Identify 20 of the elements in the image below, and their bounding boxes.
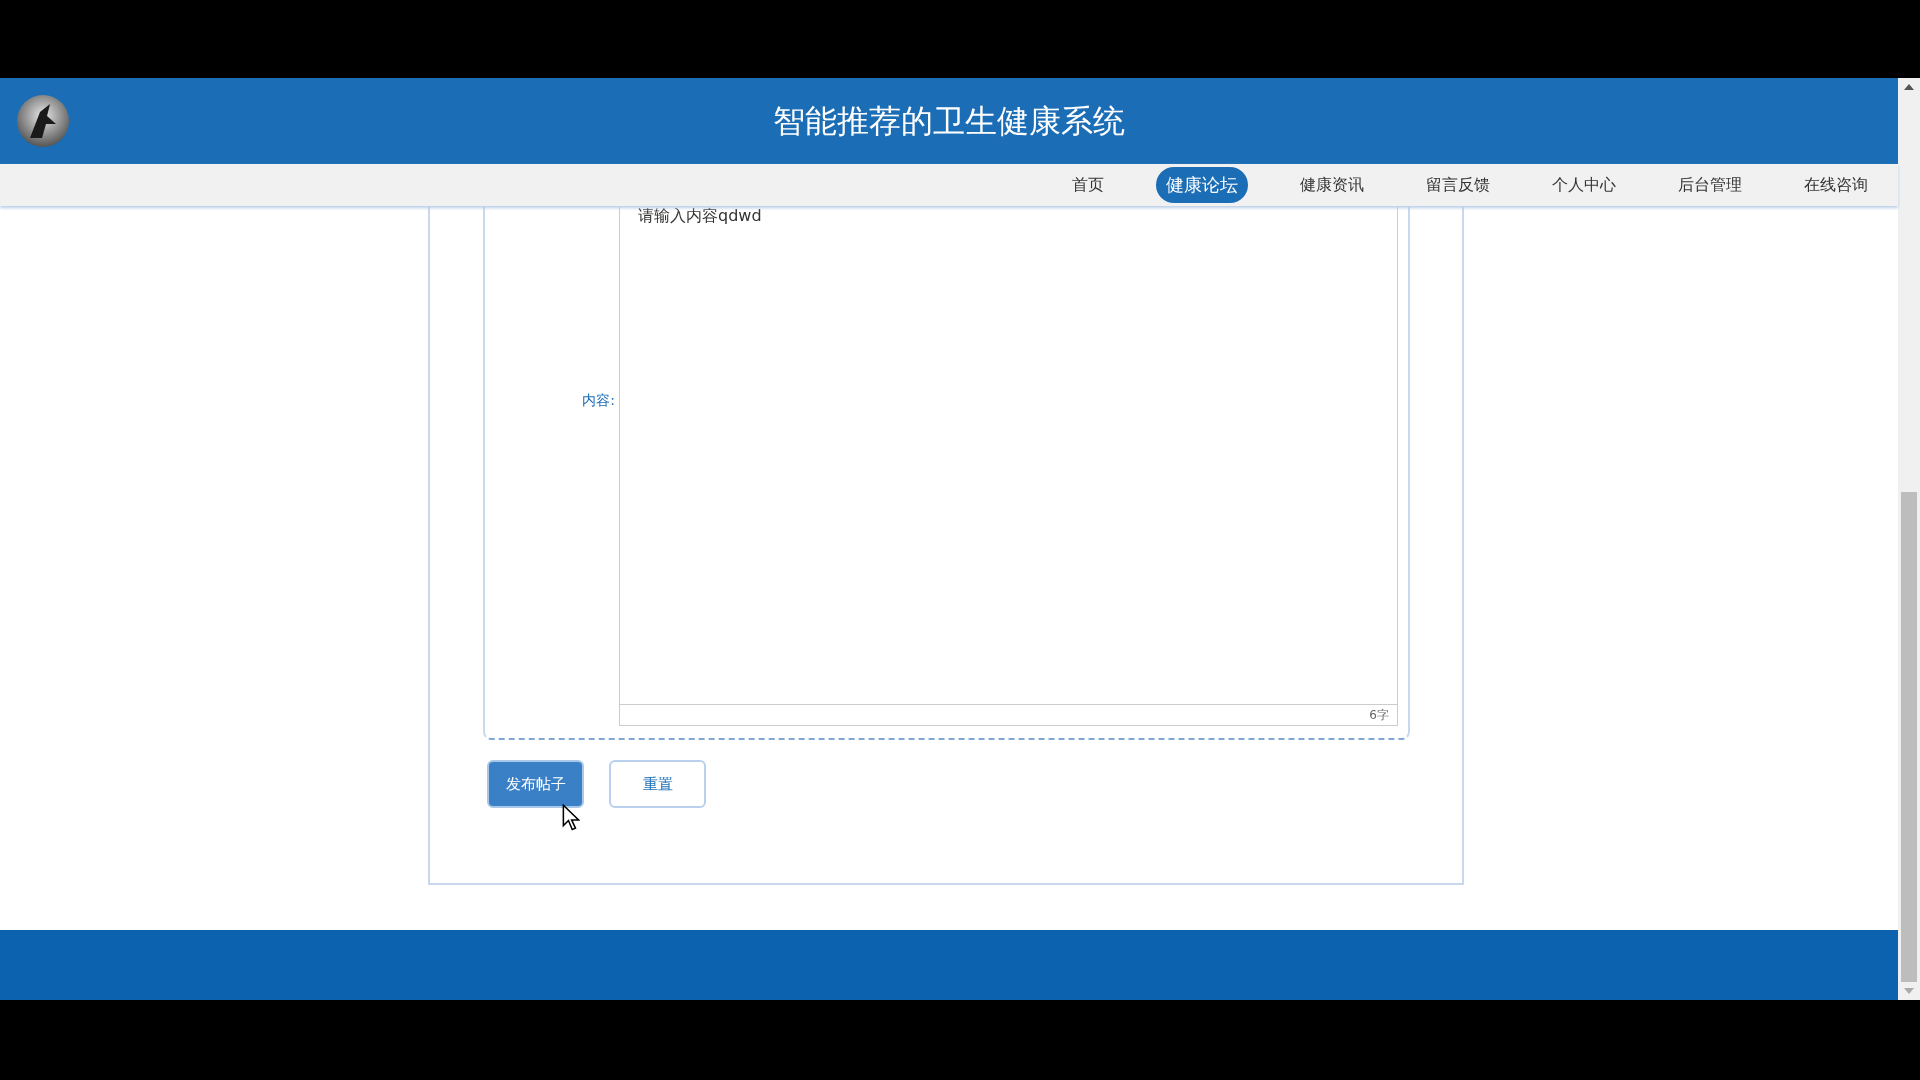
nav-tab[interactable]: 个人中心: [1542, 168, 1626, 202]
nav-tab[interactable]: 首页: [1062, 168, 1114, 202]
reset-button[interactable]: 重置: [609, 760, 706, 808]
nav-tab[interactable]: 后台管理: [1668, 168, 1752, 202]
text-area[interactable]: 请输入内容qdwd 6字: [619, 206, 1398, 726]
scroll-down-icon[interactable]: [1904, 988, 1914, 994]
logo-icon: [16, 94, 70, 148]
nav-tab[interactable]: 健康资讯: [1290, 168, 1374, 202]
scrollbar[interactable]: [1898, 78, 1920, 1000]
nav-tab[interactable]: 健康论坛: [1156, 167, 1248, 203]
word-count: 6字: [1369, 706, 1389, 724]
scroll-thumb[interactable]: [1901, 492, 1917, 982]
cursor-icon: [562, 804, 580, 832]
scroll-up-icon[interactable]: [1904, 84, 1914, 90]
content-text: 请输入内容qdwd: [637, 206, 763, 227]
field-label: 内容:: [581, 392, 616, 410]
site-title: 智能推荐的卫生健康系统: [773, 101, 1125, 142]
publish-button[interactable]: 发布帖子: [487, 760, 584, 808]
nav-tab[interactable]: 在线咨询: [1794, 168, 1878, 202]
nav-tab[interactable]: 留言反馈: [1416, 168, 1500, 202]
